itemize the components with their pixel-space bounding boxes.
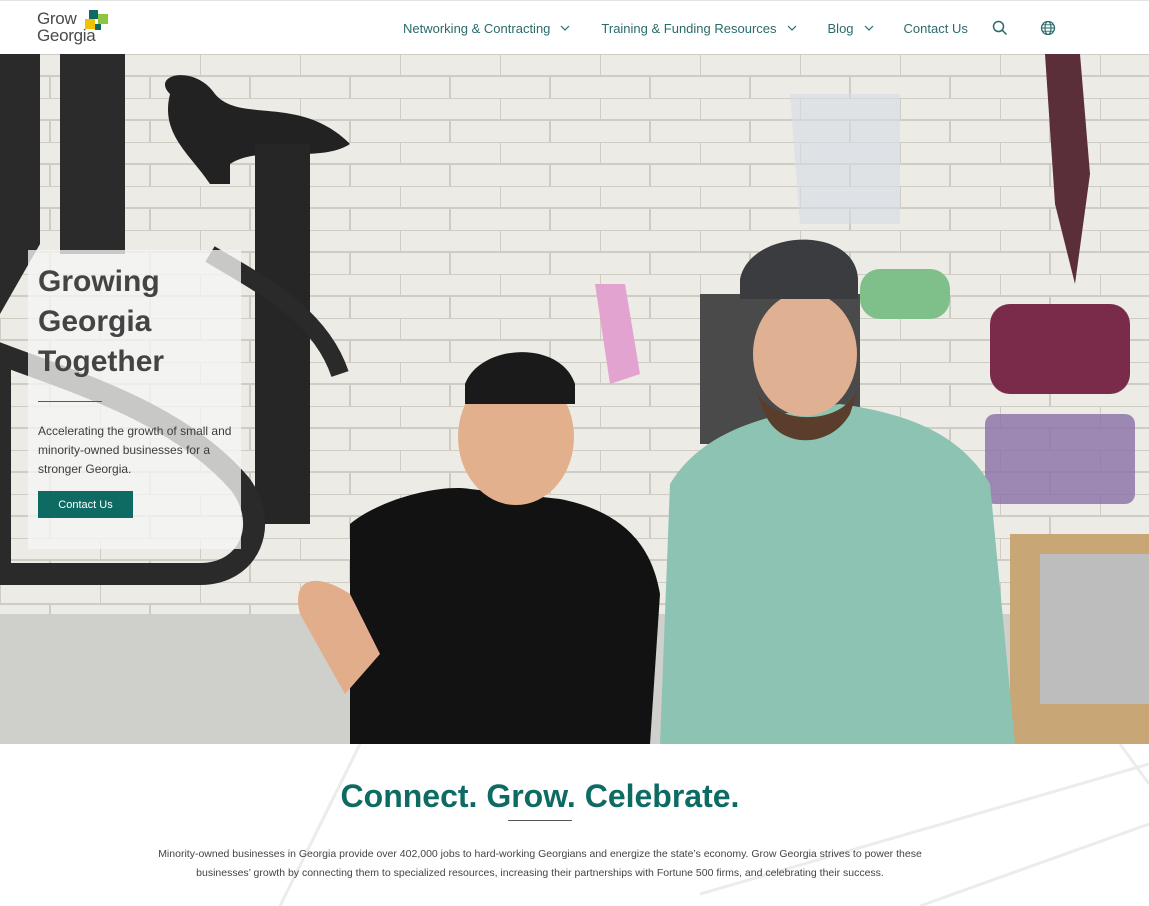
nav-label: Blog (827, 20, 854, 36)
intro-heading: Connect. Grow. Celebrate. (340, 778, 740, 814)
main-nav: Networking & Contracting Training & Fund… (403, 1, 1056, 55)
hero-card: Growing Georgia Together Accelerating th… (28, 250, 241, 549)
hero-title-line: Together (38, 345, 165, 378)
intro-section: Connect. Grow. Celebrate. Minority-owned… (0, 744, 1149, 906)
chevron-down-icon (787, 25, 796, 31)
globe-icon[interactable] (1040, 20, 1056, 36)
nav-label: Training & Funding Resources (601, 20, 777, 36)
search-icon[interactable] (992, 20, 1008, 36)
nav-blog[interactable]: Blog (828, 1, 874, 55)
hero-section: Growing Georgia Together Accelerating th… (0, 54, 1149, 744)
chevron-down-icon (864, 25, 873, 31)
hero-title-line: Georgia (38, 305, 152, 338)
hero-divider (38, 401, 102, 402)
hero-title-line: Growing (38, 265, 160, 298)
nav-contact-us[interactable]: Contact Us (904, 1, 968, 55)
nav-training-funding[interactable]: Training & Funding Resources (601, 1, 796, 55)
contact-us-button[interactable]: Contact Us (38, 491, 133, 518)
chevron-down-icon (560, 25, 570, 31)
nav-label: Networking & Contracting (403, 20, 551, 36)
logo-mark-icon (85, 10, 108, 30)
nav-networking-contracting[interactable]: Networking & Contracting (403, 1, 570, 55)
intro-divider (508, 820, 572, 821)
hero-title: Growing Georgia Together (38, 262, 238, 382)
hero-subtitle: Accelerating the growth of small and min… (38, 424, 232, 476)
nav-label: Contact Us (903, 20, 968, 36)
site-header: Grow Georgia Networking & Contracting Tr… (0, 0, 1149, 54)
intro-body: Minority-owned businesses in Georgia pro… (158, 848, 922, 879)
grow-georgia-logo[interactable]: Grow Georgia (37, 10, 117, 48)
